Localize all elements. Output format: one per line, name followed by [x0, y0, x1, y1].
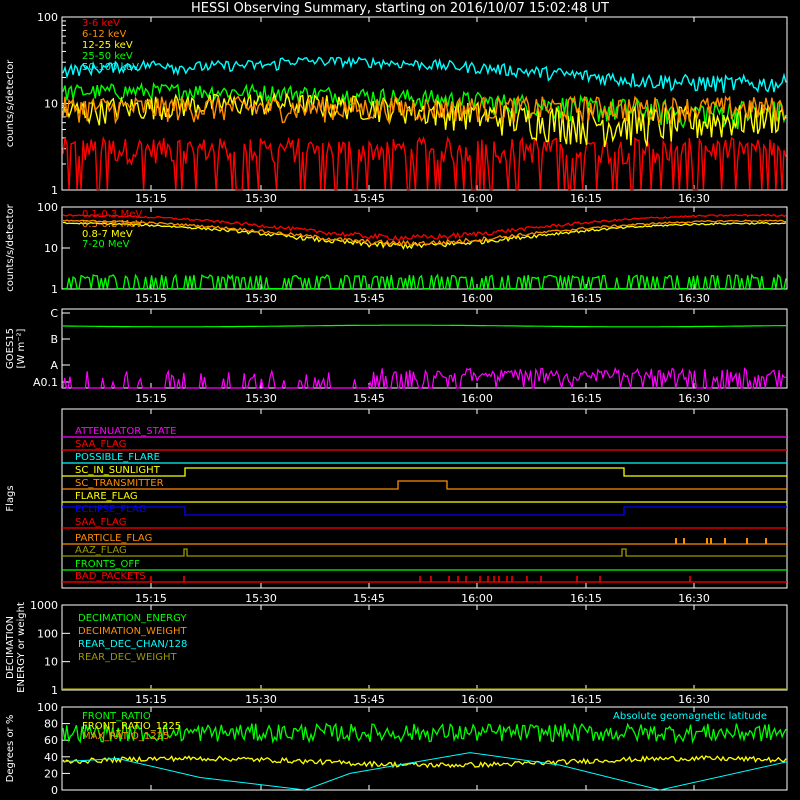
x-tick-label: 16:15	[570, 592, 602, 605]
x-tick-label: 16:00	[461, 292, 493, 305]
y-axis-label: Flags	[5, 485, 16, 511]
x-tick-label: 15:30	[245, 392, 277, 405]
y-tick-label: C	[50, 307, 58, 320]
legend-entry: REAR_DEC_WEIGHT	[78, 652, 177, 663]
y-tick-label: 40	[44, 751, 58, 764]
x-tick-label: 16:00	[461, 592, 493, 605]
y-tick-label: 1000	[30, 599, 58, 612]
y-axis-label: GOES15	[5, 328, 16, 369]
y-tick-label: 100	[37, 201, 58, 214]
x-tick-label: 15:15	[135, 392, 167, 405]
legend-entry: 50-100 keV	[82, 62, 139, 73]
series-line-goes-long	[63, 324, 786, 328]
x-tick-label: 16:30	[678, 192, 710, 205]
y-tick-label: A	[50, 359, 58, 372]
x-tick-label: 16:15	[570, 392, 602, 405]
y-tick-label: 0	[51, 784, 58, 797]
series-line-0.3-0.8-MeV	[62, 219, 787, 247]
x-tick-label: 16:30	[678, 292, 710, 305]
flag-label: SAA_FLAG	[75, 439, 126, 450]
flag-label: ECLIPSE_FLAG	[75, 504, 146, 515]
x-tick-label: 15:30	[245, 592, 277, 605]
annotation-label: Absolute geomagnetic latitude	[613, 711, 767, 722]
flag-line	[62, 467, 787, 477]
y-tick-label: 1	[51, 684, 58, 697]
x-tick-label: 16:00	[461, 693, 493, 706]
y-axis-unit: [W m⁻²]	[16, 328, 27, 368]
x-tick-label: 16:30	[678, 592, 710, 605]
y-tick-label: 10	[44, 656, 58, 669]
y-tick-label: 10	[44, 242, 58, 255]
legend-entry: REAR_DEC_CHAN/128	[78, 639, 187, 650]
legend-entry: 25-50 keV	[82, 51, 133, 62]
y-axis-label: counts/s/detector	[5, 203, 16, 291]
y-tick-label: 60	[44, 734, 58, 747]
x-tick-label: 15:45	[353, 392, 385, 405]
y-tick-label: 1	[51, 283, 58, 296]
flag-line	[62, 506, 787, 516]
y-tick-label: 100	[37, 11, 58, 24]
series-line-3-6-keV	[62, 135, 787, 191]
flag-label: FLARE_FLAG	[75, 491, 138, 502]
observing-summary-plot: counts/s/detector110100 3-6 keV6-12 keV12…	[5, 11, 788, 797]
flag-label: ATTENUATOR_STATE	[75, 426, 176, 437]
legend-entry: 7-20 MeV	[82, 239, 130, 250]
x-tick-label: 15:45	[353, 292, 385, 305]
y-axis-label: DECIMATION	[5, 616, 16, 679]
series-line-7-20-MeV	[63, 273, 787, 290]
x-tick-label: 16:00	[461, 392, 493, 405]
legend-entry: DECIMATION_WEIGHT	[78, 626, 187, 637]
x-tick-label: 16:15	[570, 292, 602, 305]
y-axis-label: counts/s/detector	[5, 59, 16, 147]
flag-label: FRONTS_OFF	[75, 559, 140, 570]
x-tick-label: 16:15	[570, 192, 602, 205]
y-axis-label: Degrees or %	[5, 715, 16, 783]
x-tick-label: 15:15	[135, 693, 167, 706]
flag-label: SAA_FLAG	[75, 517, 126, 528]
y-tick-label: A0.1	[33, 376, 58, 389]
y-tick-label: 80	[44, 718, 58, 731]
flag-line	[62, 548, 787, 557]
x-tick-label: 15:45	[353, 592, 385, 605]
x-tick-label: 15:45	[353, 693, 385, 706]
panel-frame-2	[61, 206, 788, 290]
series-line-front-ratio-1225	[62, 755, 787, 769]
x-tick-label: 15:30	[245, 292, 277, 305]
y-tick-label: 10	[44, 98, 58, 111]
x-tick-label: 16:30	[678, 693, 710, 706]
legend-entry: 6-12 keV	[82, 29, 126, 40]
x-tick-label: 15:15	[135, 292, 167, 305]
flag-label: PARTICLE_FLAG	[75, 533, 152, 544]
y-axis-label-2: ENERGY or weight	[16, 602, 27, 693]
x-tick-label: 15:15	[135, 192, 167, 205]
x-tick-label: 15:30	[245, 192, 277, 205]
legend-entry: MAX_RATIO_1225	[82, 731, 169, 742]
y-tick-label: B	[50, 333, 58, 346]
legend-entry: 3-6 keV	[82, 18, 120, 29]
flag-label: POSSIBLE_FLARE	[75, 452, 160, 463]
x-tick-label: 15:15	[135, 592, 167, 605]
legend-entry: DECIMATION_ENERGY	[78, 613, 187, 624]
legend-entry: 12-25 keV	[82, 40, 133, 51]
x-tick-label: 15:45	[353, 192, 385, 205]
flag-label: SC_IN_SUNLIGHT	[75, 465, 161, 476]
x-tick-label: 15:30	[245, 693, 277, 706]
y-tick-label: 20	[44, 767, 58, 780]
flag-label: SC_TRANSMITTER	[75, 478, 164, 489]
series-line-goes-short	[62, 366, 787, 391]
x-tick-label: 16:00	[461, 192, 493, 205]
y-tick-label: 100	[37, 701, 58, 714]
x-tick-label: 16:15	[570, 693, 602, 706]
flag-line	[62, 480, 787, 490]
y-tick-label: 1	[51, 184, 58, 197]
flag-label: AAZ_FLAG	[75, 545, 127, 556]
x-tick-label: 16:30	[678, 392, 710, 405]
y-tick-label: 100	[37, 627, 58, 640]
flag-label: BAD_PACKETS	[75, 571, 146, 582]
